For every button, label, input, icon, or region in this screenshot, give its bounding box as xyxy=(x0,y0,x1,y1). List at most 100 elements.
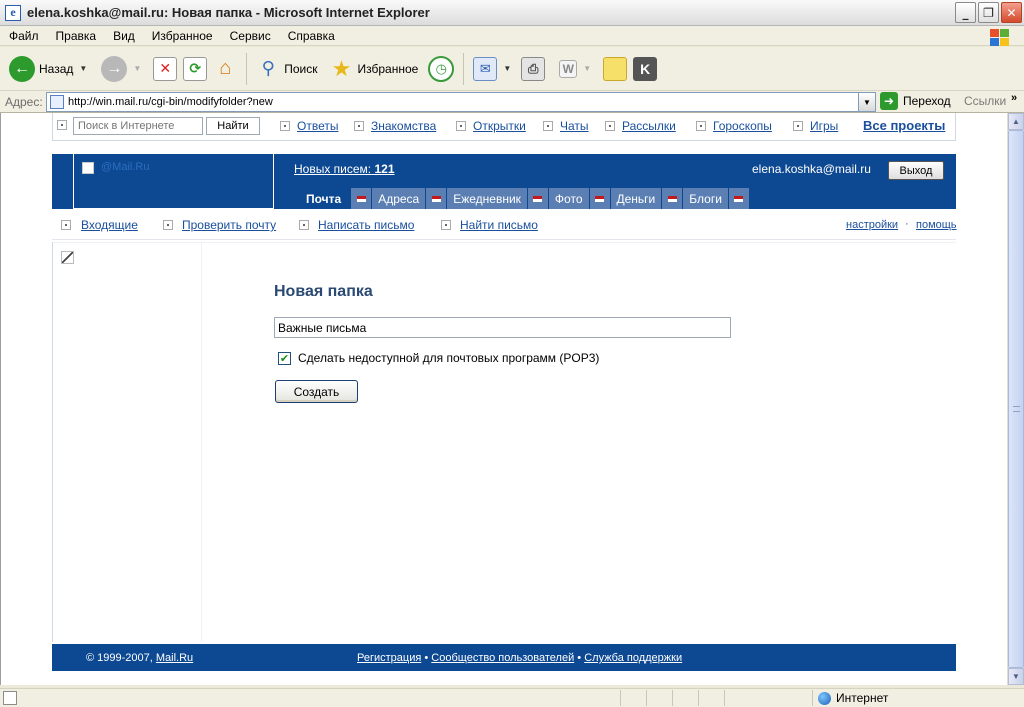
address-url[interactable]: http://win.mail.ru/cgi-bin/modifyfolder?… xyxy=(68,96,273,108)
menu-view[interactable]: Вид xyxy=(104,29,143,43)
page-status-icon xyxy=(3,691,17,705)
pop3-checkbox-label[interactable]: Сделать недоступной для почтовых програм… xyxy=(298,351,599,365)
pop3-checkbox[interactable]: ✔ xyxy=(278,351,291,365)
tab-money-icon[interactable] xyxy=(662,188,684,209)
maximize-button[interactable]: ❐ xyxy=(978,2,999,23)
menu-tools[interactable]: Сервис xyxy=(221,29,279,43)
registration-link[interactable]: Регистрация xyxy=(357,652,421,664)
portal-link-horoscopes[interactable]: Гороскопы xyxy=(713,119,772,133)
toolbar-separator xyxy=(246,52,248,85)
edit-button[interactable]: W ▼ xyxy=(556,51,594,87)
answers-icon xyxy=(280,121,290,131)
print-button[interactable]: ⎙ xyxy=(518,51,548,87)
service-tabs: Почта Адреса Ежедневник Фото Деньги Блог… xyxy=(296,188,750,209)
inbox-link[interactable]: Входящие xyxy=(81,218,138,232)
links-label[interactable]: Ссылки xyxy=(964,94,1006,108)
internet-search-input[interactable] xyxy=(73,117,203,135)
window-controls: _ ❐ ✕ xyxy=(955,2,1022,23)
vertical-scrollbar[interactable]: ▲ ▼ xyxy=(1007,113,1024,685)
tab-mail-icon[interactable] xyxy=(351,188,373,209)
portal-link-newsletters[interactable]: Рассылки xyxy=(622,119,676,133)
address-label: Адрес: xyxy=(5,94,43,109)
create-button[interactable]: Создать xyxy=(275,380,358,403)
page-footer: © 1999-2007, Mail.Ru Регистрация • Сообщ… xyxy=(52,644,956,671)
all-projects-link[interactable]: Все проекты xyxy=(863,118,945,133)
forward-button[interactable]: → ▼ xyxy=(98,51,144,87)
community-link[interactable]: Сообщество пользователей xyxy=(431,652,574,664)
menu-file[interactable]: Файл xyxy=(0,29,47,43)
history-icon: ◷ xyxy=(428,55,455,82)
tab-photo[interactable]: Фото xyxy=(548,188,590,209)
check-mail-link[interactable]: Проверить почту xyxy=(182,218,276,232)
tab-money[interactable]: Деньги xyxy=(610,188,663,209)
k-button[interactable]: K xyxy=(630,51,660,87)
scroll-thumb[interactable] xyxy=(1008,130,1024,668)
newsletters-icon xyxy=(605,121,615,131)
menu-edit[interactable]: Правка xyxy=(47,29,105,43)
page-title: Новая папка xyxy=(274,283,373,300)
scroll-down-icon[interactable]: ▼ xyxy=(1008,668,1024,685)
tab-calendar[interactable]: Ежедневник xyxy=(447,188,528,209)
tab-calendar-icon[interactable] xyxy=(527,188,549,209)
portal-link-games[interactable]: Игры xyxy=(810,119,838,133)
tab-blogs[interactable]: Блоги xyxy=(683,188,729,209)
dropdown-arrow-icon[interactable]: ▼ xyxy=(583,64,591,73)
tab-addresses[interactable]: Адреса xyxy=(372,188,427,209)
settings-link[interactable]: настройки xyxy=(846,219,898,231)
dropdown-arrow-icon[interactable]: ▼ xyxy=(133,64,141,73)
portal-link-answers[interactable]: Ответы xyxy=(297,119,338,133)
support-link[interactable]: Служба поддержки xyxy=(584,652,682,664)
ie-icon: e xyxy=(5,4,21,21)
refresh-button[interactable]: ⟳ xyxy=(180,51,210,87)
folder-name-input[interactable] xyxy=(274,317,731,338)
home-button[interactable]: ⌂ xyxy=(210,51,240,87)
page-viewport: Найти Ответы Знакомства Открытки Чаты Ра… xyxy=(0,113,1007,685)
minimize-button[interactable]: _ xyxy=(955,2,976,23)
portal-link-postcards[interactable]: Открытки xyxy=(473,119,526,133)
title-bar: e elena.koshka@mail.ru: Новая папка - Mi… xyxy=(0,0,1024,26)
refresh-icon: ⟳ xyxy=(183,56,208,81)
menu-favorites[interactable]: Избранное xyxy=(143,29,221,43)
history-button[interactable]: ◷ xyxy=(425,51,457,87)
favorites-button[interactable]: ★ Избранное xyxy=(327,51,422,87)
chevron-right-icon[interactable]: » xyxy=(1011,92,1017,104)
printer-icon: ⎙ xyxy=(521,56,546,81)
tab-addresses-icon[interactable] xyxy=(426,188,448,209)
tab-blogs-icon[interactable] xyxy=(728,188,750,209)
logo-area[interactable]: @Mail.Ru xyxy=(73,154,274,209)
portal-link-chats[interactable]: Чаты xyxy=(560,119,589,133)
tab-photo-icon[interactable] xyxy=(589,188,611,209)
address-input[interactable]: http://win.mail.ru/cgi-bin/modifyfolder?… xyxy=(46,92,876,112)
dropdown-arrow-icon[interactable]: ▼ xyxy=(503,64,511,73)
go-button[interactable]: ➜ Переход xyxy=(880,92,951,110)
back-button[interactable]: ← Назад ▼ xyxy=(6,51,90,87)
find-mail-link[interactable]: Найти письмо xyxy=(460,218,538,232)
pop3-option[interactable]: ✔ Сделать недоступной для почтовых прогр… xyxy=(278,351,599,365)
stop-button[interactable]: ✕ xyxy=(150,51,180,87)
address-dropdown-icon[interactable]: ▼ xyxy=(858,93,875,111)
star-icon: ★ xyxy=(331,55,352,81)
search-engine-icon xyxy=(57,120,67,130)
help-link[interactable]: помощь xyxy=(916,219,957,231)
status-bar: Интернет xyxy=(0,688,1024,707)
mail-icon: ✉ xyxy=(473,56,498,81)
logout-button[interactable]: Выход xyxy=(888,161,944,180)
footer-separator: • xyxy=(424,652,429,664)
new-mail-link[interactable]: Новых писем: 121 xyxy=(294,162,395,176)
scroll-up-icon[interactable]: ▲ xyxy=(1008,113,1024,130)
menu-help[interactable]: Справка xyxy=(279,29,343,43)
toolbar-separator xyxy=(463,52,465,85)
mail-button[interactable]: ✉ ▼ xyxy=(470,51,514,87)
mailru-link[interactable]: Mail.Ru xyxy=(156,652,193,664)
close-button[interactable]: ✕ xyxy=(1001,2,1022,23)
notes-button[interactable] xyxy=(600,51,630,87)
dropdown-arrow-icon[interactable]: ▼ xyxy=(79,64,87,73)
internet-search-button[interactable]: Найти xyxy=(206,117,260,135)
copyright-text: © 1999-2007, xyxy=(86,652,153,664)
portal-link-dating[interactable]: Знакомства xyxy=(371,119,436,133)
search-button[interactable]: ⚲ Поиск xyxy=(253,51,320,87)
inbox-icon xyxy=(61,220,71,230)
postcards-icon xyxy=(456,121,466,131)
tab-mail[interactable]: Почта xyxy=(296,188,352,209)
compose-link[interactable]: Написать письмо xyxy=(318,218,414,232)
